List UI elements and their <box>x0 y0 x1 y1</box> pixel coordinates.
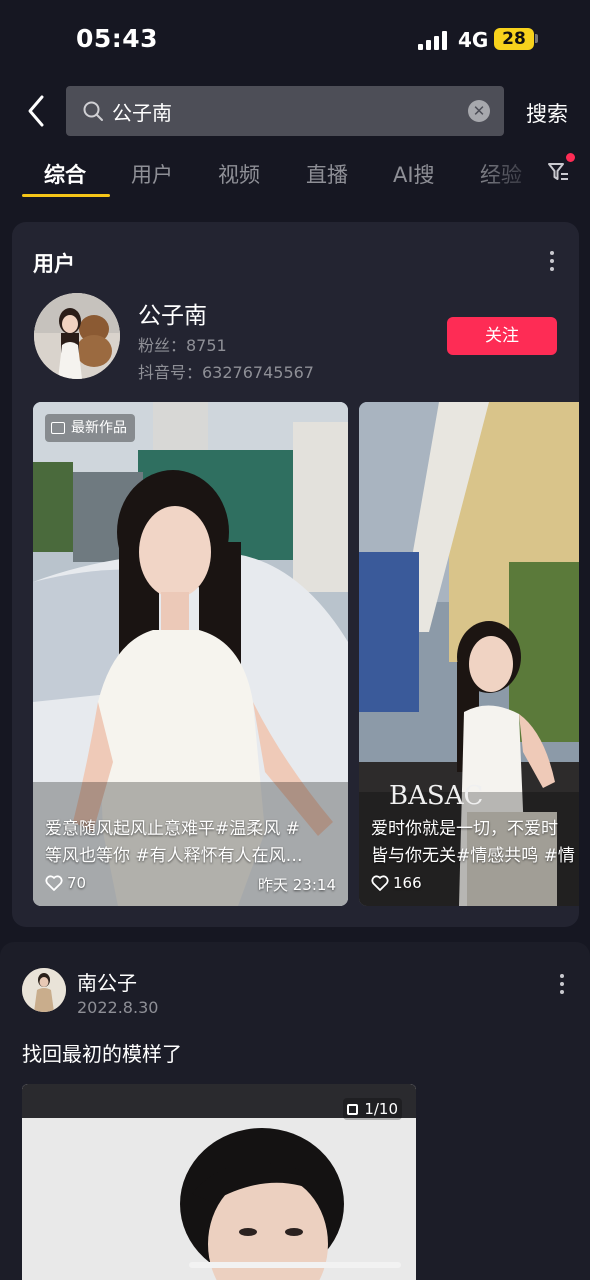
tab-comprehensive[interactable]: 综合 <box>44 159 86 189</box>
network-type: 4G <box>458 28 489 52</box>
video-caption: 爱时你就是一切，不爱时 皆与你无关#情感共鸣 #情 <box>371 816 579 870</box>
image-count-badge: 1/10 <box>343 1098 402 1120</box>
play-icon <box>51 422 65 434</box>
post-text: 找回最初的模样了 <box>22 1042 182 1066</box>
caption-line: 皆与你无关#情感共鸣 #情 <box>371 846 575 866</box>
fans-count: 粉丝：8751 <box>138 336 227 355</box>
signal-icon <box>418 30 448 50</box>
more-icon[interactable] <box>549 251 555 275</box>
image-count: 1/10 <box>364 1100 398 1118</box>
caption-line: 爱意随风起风止意难平#温柔风 # <box>45 819 300 839</box>
douyin-id: 抖音号：63276745567 <box>138 363 314 382</box>
user-result-card: 用户 公子南 粉丝：8751 抖音号：63276745567 关注 最新作品 爱… <box>12 222 579 927</box>
filter-icon[interactable] <box>546 160 570 184</box>
search-button[interactable]: 搜索 <box>526 98 568 128</box>
status-time: 05:43 <box>76 24 159 53</box>
follow-button[interactable]: 关注 <box>447 317 557 355</box>
badge-label: 最新作品 <box>71 420 127 436</box>
post-card: 南公子 2022.8.30 找回最初的模样了 1/10 <box>0 942 590 1280</box>
video-caption: 爱意随风起风止意难平#温柔风 # 等风也等你 #有人释怀有人在风… <box>45 816 345 870</box>
tab-live[interactable]: 直播 <box>306 159 348 189</box>
avatar[interactable] <box>22 968 66 1012</box>
tab-videos[interactable]: 视频 <box>218 159 260 189</box>
search-icon <box>83 101 103 121</box>
search-input[interactable] <box>112 86 452 136</box>
section-title: 用户 <box>33 252 75 276</box>
video-meta: 166 <box>371 874 567 892</box>
heart-icon <box>45 875 63 891</box>
search-results-page: 05:43 4G 28 ✕ 搜索 综合 用户 视频 直播 AI搜 经验 <box>0 0 590 1280</box>
caption-line: 等风也等你 #有人释怀有人在风… <box>45 846 303 866</box>
heart-icon <box>371 875 389 891</box>
avatar-image <box>22 968 66 1012</box>
chevron-left-icon <box>28 95 44 127</box>
clear-icon[interactable]: ✕ <box>468 100 490 122</box>
latest-work-badge: 最新作品 <box>45 414 135 442</box>
search-box[interactable]: ✕ <box>66 86 504 136</box>
more-icon[interactable] <box>559 974 565 998</box>
home-indicator[interactable] <box>189 1262 401 1268</box>
avatar[interactable] <box>34 293 120 379</box>
user-name[interactable]: 公子南 <box>138 296 207 330</box>
video-date: 昨天 23:14 <box>258 876 336 894</box>
storefront-sign: BASAC <box>389 781 483 811</box>
like-count: 166 <box>393 874 422 892</box>
post-date: 2022.8.30 <box>77 998 159 1017</box>
video-card[interactable]: 最新作品 爱意随风起风止意难平#温柔风 # 等风也等你 #有人释怀有人在风… 7… <box>33 402 348 906</box>
tab-users[interactable]: 用户 <box>131 159 173 189</box>
battery-tip <box>535 34 538 43</box>
post-author[interactable]: 南公子 <box>77 967 137 996</box>
notification-dot <box>566 153 575 162</box>
post-image[interactable]: 1/10 <box>22 1084 416 1280</box>
caption-line: 爱时你就是一切，不爱时 <box>371 819 558 839</box>
gallery-icon <box>347 1103 359 1115</box>
like-count: 70 <box>67 874 87 892</box>
video-meta: 70 昨天 23:14 <box>45 874 336 894</box>
back-button[interactable] <box>22 93 52 129</box>
tab-ai-search[interactable]: AI搜 <box>393 159 435 189</box>
avatar-image <box>34 293 120 379</box>
battery-icon: 28 <box>494 28 534 50</box>
status-bar: 05:43 4G 28 <box>0 0 590 80</box>
tabs-fade <box>470 150 546 194</box>
active-tab-indicator <box>22 194 110 197</box>
video-card[interactable]: BASAC 爱时你就是一切，不爱时 皆与你无关#情感共鸣 #情 166 <box>359 402 579 906</box>
